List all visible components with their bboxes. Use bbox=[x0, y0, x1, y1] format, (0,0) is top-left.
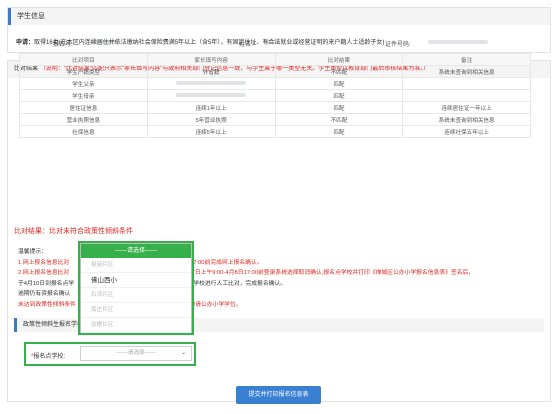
row-result: 匹配 bbox=[274, 125, 404, 138]
row-value-redacted bbox=[146, 77, 276, 90]
submit-print-button[interactable]: 提交并打印报名信息表 bbox=[236, 386, 321, 404]
row-item: 居住证信息 bbox=[19, 101, 148, 114]
row-item: 学生户籍类型 bbox=[19, 65, 148, 78]
row-item: 社保信息 bbox=[19, 125, 148, 138]
row-item: 营业执照信息 bbox=[19, 113, 148, 126]
row-result: 不匹配 bbox=[274, 65, 404, 78]
id-label: 证件号码: bbox=[385, 42, 411, 48]
row-note bbox=[402, 77, 531, 90]
row-value: 5年营业执照 bbox=[146, 113, 276, 126]
row-value: 连续5年以上 bbox=[146, 125, 276, 138]
row-note: 连续社保五年以上 bbox=[402, 125, 531, 138]
column-header: 比对项目 bbox=[19, 53, 148, 66]
table-row: 学生母亲 匹配 bbox=[19, 89, 531, 102]
select-highlight bbox=[24, 342, 196, 366]
row-result: 不匹配 bbox=[274, 113, 404, 126]
column-header: 比对结果 bbox=[274, 53, 404, 66]
row-value: 连续1年以上 bbox=[146, 101, 276, 114]
student-info-panel: 学生信息 报名号: 姓名: 证件号码: bbox=[7, 7, 551, 53]
row-note bbox=[402, 89, 531, 102]
row-result: 匹配 bbox=[274, 101, 404, 114]
row-item: 学生父亲 bbox=[19, 77, 148, 90]
student-info-title: 学生信息 bbox=[8, 8, 550, 25]
compare-result-text: 比对结果：比对未符合政策性倾斜条件 bbox=[14, 228, 133, 235]
row-item: 学生母亲 bbox=[19, 89, 148, 102]
column-header: 备注 bbox=[402, 53, 531, 66]
row-result: 匹配 bbox=[274, 77, 404, 90]
apply-label: 申请： bbox=[16, 40, 35, 46]
dropdown-highlight bbox=[78, 241, 194, 335]
table-row: 学生父亲 匹配 bbox=[19, 77, 531, 90]
row-note: 系统未查询到相关信息 bbox=[402, 113, 531, 126]
compare-table: 比对项目 家长填写内容 比对结果 备注 学生户籍类型 外省籍 不匹配 系统未查询… bbox=[19, 53, 531, 138]
row-note: 系统未查询到相关信息 bbox=[402, 65, 531, 78]
table-row: 居住证信息 连续1年以上 匹配 连续居住证一年以上 bbox=[19, 101, 531, 114]
table-header-row: 比对项目 家长填写内容 比对结果 备注 bbox=[19, 53, 531, 66]
column-header: 家长填写内容 bbox=[146, 53, 276, 66]
apply-line: 申请：取得16类(在本区内连续居住并依法缴纳社会保险费满5年以上（含5年），有固… bbox=[16, 37, 384, 46]
table-row: 学生户籍类型 外省籍 不匹配 系统未查询到相关信息 bbox=[19, 65, 531, 78]
table-row: 营业执照信息 5年营业执照 不匹配 系统未查询到相关信息 bbox=[19, 113, 531, 126]
row-value: 外省籍 bbox=[146, 65, 276, 78]
id-value bbox=[428, 40, 488, 46]
apply-text: 取得16类(在本区内连续居住并依法缴纳社会保险费满5年以上（含5年），有固定住址… bbox=[34, 40, 385, 46]
row-result: 匹配 bbox=[274, 89, 404, 102]
row-value-redacted bbox=[146, 89, 276, 102]
row-note: 连续居住证一年以上 bbox=[402, 101, 531, 114]
table-row: 社保信息 连续5年以上 匹配 连续社保五年以上 bbox=[19, 125, 531, 138]
